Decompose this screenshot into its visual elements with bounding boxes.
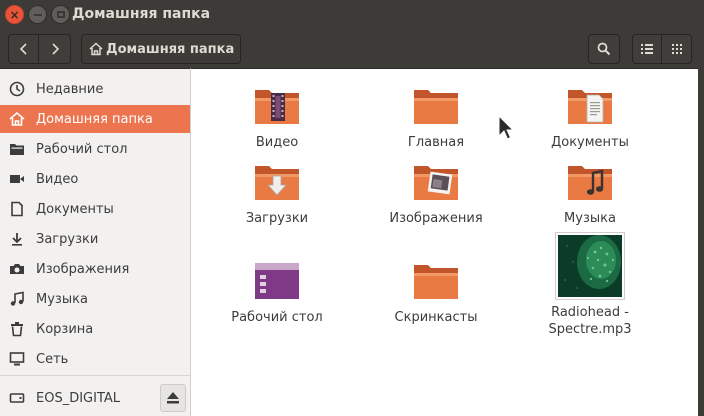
- file-name: Музыка: [564, 211, 616, 226]
- video-icon: [9, 171, 25, 187]
- sidebar-item-desktop[interactable]: Рабочий стол: [0, 135, 190, 163]
- sidebar-item-recent[interactable]: Недавние: [0, 75, 190, 103]
- list-view-button[interactable]: [632, 34, 662, 64]
- window-title: Домашняя папка: [72, 6, 211, 22]
- grid-view-icon: [671, 44, 682, 54]
- file-name: Документы: [551, 135, 629, 150]
- music-icon: [9, 291, 25, 307]
- file-item[interactable]: Видео: [212, 86, 342, 151]
- forward-button[interactable]: [38, 34, 71, 64]
- minimize-icon: [33, 13, 42, 16]
- file-item[interactable]: Скринкасты: [371, 261, 501, 326]
- sidebar-item-label: Загрузки: [36, 231, 99, 247]
- breadcrumb-home[interactable]: Домашняя папка: [81, 34, 241, 64]
- video-folder-icon: [255, 90, 299, 124]
- file-item[interactable]: Рабочий стол: [212, 261, 342, 326]
- search-button[interactable]: [588, 34, 620, 64]
- sidebar-item-documents[interactable]: Документы: [0, 195, 190, 223]
- camera-icon: [9, 261, 25, 277]
- sidebar-item-pictures[interactable]: Изображения: [0, 255, 190, 283]
- maximize-icon: [56, 11, 65, 18]
- file-manager-window: × Домашняя папка Домашняя папка Недавние: [0, 0, 704, 416]
- download-icon: [9, 231, 25, 247]
- file-item[interactable]: Музыка: [525, 162, 655, 227]
- audio-thumbnail-icon: [555, 232, 625, 300]
- close-icon: ×: [9, 7, 20, 22]
- folder-icon: [414, 90, 458, 124]
- back-button[interactable]: [8, 34, 39, 64]
- close-window-button[interactable]: ×: [5, 5, 24, 24]
- music-folder-icon: [568, 166, 612, 200]
- file-item[interactable]: Radiohead - Spectre.mp3: [525, 232, 655, 338]
- trash-icon: [9, 321, 25, 337]
- sidebar-item-video[interactable]: Видео: [0, 165, 190, 193]
- file-item[interactable]: Загрузки: [212, 162, 342, 227]
- list-view-icon: [641, 44, 653, 54]
- sidebar-item-network[interactable]: Сеть: [0, 345, 190, 373]
- sidebar-item-label: EOS_DIGITAL: [36, 390, 121, 406]
- sidebar-item-label: Музыка: [36, 291, 88, 307]
- home-icon: [89, 42, 103, 56]
- file-name: Скринкасты: [394, 310, 478, 325]
- sidebar-item-device[interactable]: EOS_DIGITAL: [0, 384, 158, 412]
- eject-button[interactable]: [160, 384, 186, 412]
- sidebar-item-label: Документы: [36, 201, 114, 217]
- file-name: Главная: [407, 135, 465, 150]
- sidebar-item-label: Сеть: [36, 351, 69, 367]
- folder-icon: [9, 141, 25, 157]
- home-icon: [9, 111, 25, 127]
- pictures-folder-icon: [414, 166, 458, 200]
- sidebar-item-trash[interactable]: Корзина: [0, 315, 190, 343]
- file-item[interactable]: Изображения: [371, 162, 501, 227]
- sidebar-divider: [0, 375, 190, 376]
- sidebar-item-home[interactable]: Домашняя папка: [0, 105, 190, 133]
- toolbar: Домашняя папка: [0, 30, 704, 68]
- maximize-window-button[interactable]: [51, 5, 70, 24]
- file-name: Radiohead - Spectre.mp3: [548, 305, 632, 337]
- breadcrumb-label: Домашняя папка: [106, 41, 235, 57]
- clock-icon: [9, 81, 25, 97]
- mouse-cursor-icon: [498, 114, 515, 140]
- chevron-right-icon: [51, 43, 59, 55]
- file-name: Изображения: [389, 211, 483, 226]
- file-item[interactable]: Главная: [371, 86, 501, 151]
- document-icon: [9, 201, 25, 217]
- sidebar-item-downloads[interactable]: Загрузки: [0, 225, 190, 253]
- documents-folder-icon: [568, 90, 612, 124]
- file-view: Видео Главная Документы Загрузки Изображ…: [190, 68, 698, 416]
- chevron-left-icon: [19, 43, 27, 55]
- file-name: Загрузки: [245, 211, 309, 226]
- title-bar[interactable]: × Домашняя папка: [0, 0, 704, 30]
- search-icon: [597, 42, 611, 56]
- eject-icon: [167, 392, 179, 404]
- folder-icon: [414, 265, 458, 299]
- desktop-folder-icon: [255, 263, 299, 299]
- sidebar-item-music[interactable]: Музыка: [0, 285, 190, 313]
- sidebar: Недавние Домашняя папка Рабочий стол Вид…: [0, 68, 190, 416]
- sidebar-item-label: Недавние: [36, 81, 104, 97]
- file-item[interactable]: Документы: [525, 86, 655, 151]
- sidebar-item-label: Корзина: [36, 321, 94, 337]
- file-name: Видео: [255, 135, 299, 150]
- file-name: Рабочий стол: [231, 310, 323, 325]
- minimize-window-button[interactable]: [28, 5, 47, 24]
- window-border: [698, 68, 704, 416]
- sidebar-item-label: Домашняя папка: [36, 111, 153, 127]
- drive-icon: [9, 390, 25, 406]
- grid-view-button[interactable]: [661, 34, 692, 64]
- sidebar-item-label: Видео: [36, 171, 79, 187]
- sidebar-item-label: Изображения: [36, 261, 130, 277]
- network-icon: [9, 351, 25, 367]
- sidebar-item-label: Рабочий стол: [36, 141, 128, 157]
- downloads-folder-icon: [255, 166, 299, 200]
